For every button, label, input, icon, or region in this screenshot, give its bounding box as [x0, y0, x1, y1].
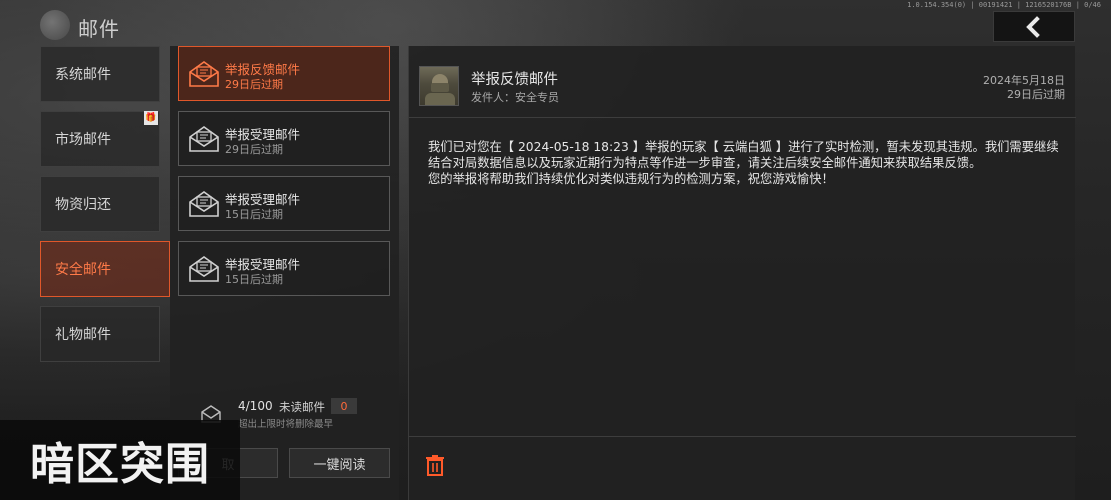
unread-count-badge: 0: [331, 398, 357, 414]
gift-icon: 🎁: [144, 111, 158, 125]
mail-detail-title: 举报反馈邮件: [471, 72, 558, 88]
category-system-mail[interactable]: 系统邮件: [40, 46, 160, 102]
envelope-open-icon: [189, 256, 219, 282]
limit-hint: 超出上限时将删除最早: [238, 419, 334, 430]
category-label: 礼物邮件: [55, 327, 111, 343]
back-button[interactable]: [993, 11, 1075, 42]
category-label: 市场邮件: [55, 132, 111, 148]
mail-item[interactable]: 举报反馈邮件 29日后过期: [178, 46, 390, 101]
mail-detail-header: 举报反馈邮件 发件人：安全专员 2024年5月18日 29日后过期: [409, 46, 1076, 118]
envelope-open-icon: [189, 61, 219, 87]
trash-icon: [426, 455, 444, 476]
mail-count: 4/100: [238, 399, 273, 413]
category-label: 安全邮件: [55, 262, 111, 278]
category-label: 物资归还: [55, 197, 111, 213]
mail-expire: 15日后过期: [225, 273, 283, 286]
category-market-mail[interactable]: 市场邮件 🎁: [40, 111, 160, 167]
mail-expire: 29日后过期: [225, 143, 283, 156]
unread-label: 未读邮件: [279, 400, 325, 414]
mail-body: 我们已对您在【 2024-05-18 18:23 】举报的玩家【 云端白狐 】进…: [428, 140, 1059, 186]
chevron-left-icon: [1026, 15, 1040, 38]
delete-mail-button[interactable]: [421, 451, 449, 479]
game-logo-watermark: 暗区突围: [0, 420, 240, 500]
read-all-button[interactable]: 一键阅读: [289, 448, 390, 478]
top-bar: 邮件 1.0.154.354(0) | 00191421 | 121652017…: [0, 0, 1111, 46]
category-gift-mail[interactable]: 礼物邮件: [40, 306, 160, 362]
mail-expire: 15日后过期: [225, 208, 283, 221]
page-title: 邮件: [78, 17, 120, 41]
mail-item[interactable]: 举报受理邮件 15日后过期: [178, 241, 390, 296]
mail-item[interactable]: 举报受理邮件 29日后过期: [178, 111, 390, 166]
mail-section-icon: [40, 10, 70, 40]
envelope-open-icon: [189, 191, 219, 217]
category-label: 系统邮件: [55, 67, 111, 83]
sender-avatar: [419, 66, 459, 106]
category-security-mail[interactable]: 安全邮件: [40, 241, 170, 297]
mail-sender: 发件人：安全专员: [471, 91, 559, 104]
mail-expire-date: 29日后过期: [1007, 88, 1065, 101]
mail-detail-panel: 举报反馈邮件 发件人：安全专员 2024年5月18日 29日后过期 我们已对您在…: [408, 46, 1076, 500]
watermark-text: 暗区突围: [30, 439, 210, 490]
mail-item[interactable]: 举报受理邮件 15日后过期: [178, 176, 390, 231]
mail-detail-footer: [409, 436, 1076, 500]
mail-expire: 29日后过期: [225, 78, 283, 91]
envelope-open-icon: [189, 126, 219, 152]
version-info: 1.0.154.354(0) | 00191421 | 1216520176B …: [907, 1, 1101, 9]
category-supply-return[interactable]: 物资归还: [40, 176, 160, 232]
